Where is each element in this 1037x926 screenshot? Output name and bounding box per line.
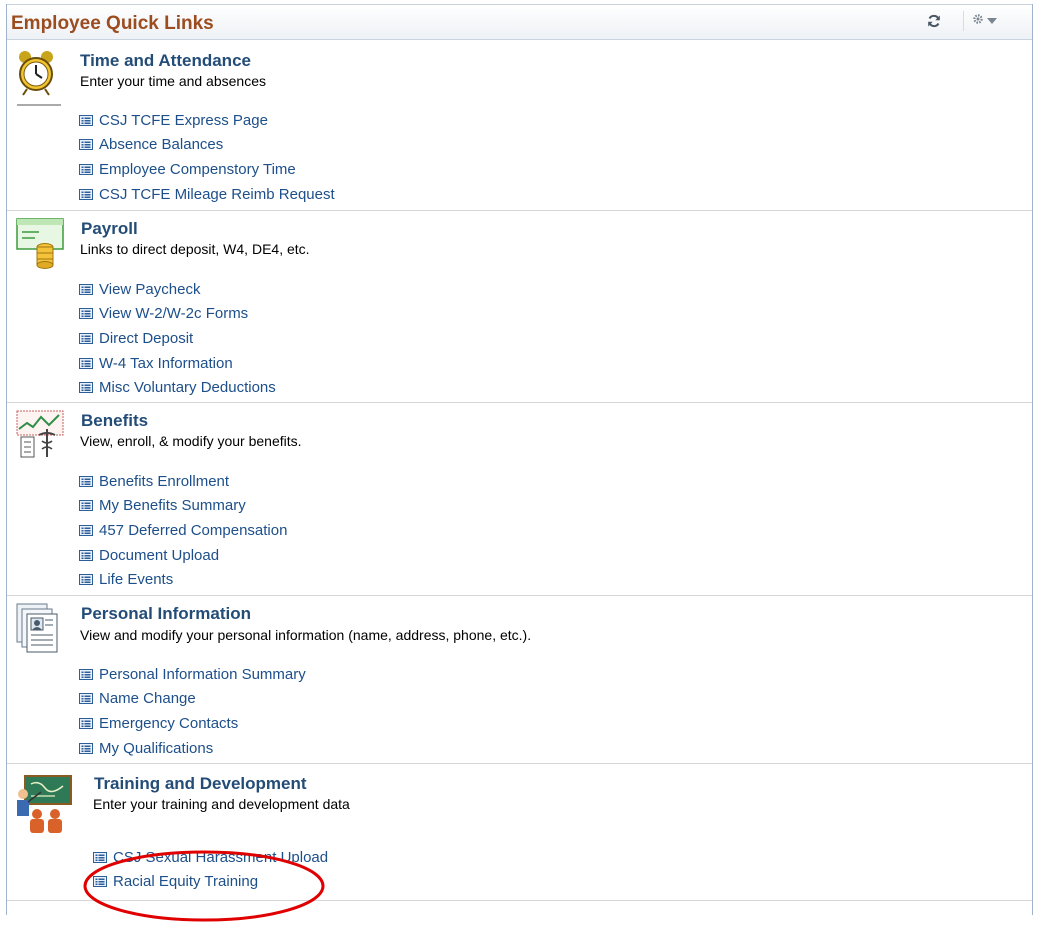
page-link-icon (79, 717, 93, 729)
link-label[interactable]: Racial Equity Training (113, 873, 258, 890)
link-label[interactable]: Absence Balances (99, 136, 223, 153)
section-title[interactable]: Benefits (81, 411, 148, 431)
page-link-icon (79, 382, 93, 394)
benefits-caduceus-icon (15, 409, 67, 464)
refresh-icon[interactable] (925, 12, 943, 30)
link-life-events[interactable]: Life Events (79, 567, 287, 592)
section-description: Enter your training and development data (93, 796, 350, 812)
page-link-icon (79, 139, 93, 151)
gear-icon (972, 12, 984, 30)
link-label[interactable]: Benefits Enrollment (99, 473, 229, 490)
link-label[interactable]: Personal Information Summary (99, 666, 306, 683)
page-link-icon (79, 114, 93, 126)
section-description: View, enroll, & modify your benefits. (80, 433, 302, 449)
page-link-icon (79, 574, 93, 586)
link-label[interactable]: Document Upload (99, 547, 219, 564)
section-payroll: Payroll Links to direct deposit, W4, DE4… (7, 211, 1032, 403)
link-document-upload[interactable]: Document Upload (79, 543, 287, 568)
link-label[interactable]: My Qualifications (99, 740, 213, 757)
section-personal-information: Personal Information View and modify you… (7, 596, 1032, 764)
link-label[interactable]: Employee Compenstory Time (99, 161, 296, 178)
link-csj-tcfe-express-page[interactable]: CSJ TCFE Express Page (79, 108, 335, 133)
link-list: CSJ TCFE Express Page Absence Balances E… (79, 108, 335, 206)
link-list: Personal Information Summary Name Change… (79, 662, 306, 760)
page-link-icon (79, 332, 93, 344)
link-emergency-contacts[interactable]: Emergency Contacts (79, 711, 306, 736)
link-list: Benefits Enrollment My Benefits Summary … (79, 469, 287, 592)
page-link-icon (79, 549, 93, 561)
link-label[interactable]: My Benefits Summary (99, 497, 246, 514)
page-link-icon (79, 524, 93, 536)
link-label[interactable]: Direct Deposit (99, 330, 193, 347)
section-training-and-development: Training and Development Enter your trai… (7, 764, 1032, 901)
chevron-down-icon (986, 12, 997, 30)
link-misc-voluntary-deductions[interactable]: Misc Voluntary Deductions (79, 375, 276, 400)
page-link-icon (93, 876, 107, 888)
link-label[interactable]: Emergency Contacts (99, 715, 238, 732)
employee-quick-links-pagelet: Employee Quick Links Time and Attendance… (6, 4, 1033, 915)
section-description: Links to direct deposit, W4, DE4, etc. (80, 241, 310, 257)
link-label[interactable]: W-4 Tax Information (99, 355, 233, 372)
page-link-icon (79, 308, 93, 320)
link-label[interactable]: View Paycheck (99, 281, 200, 298)
link-view-w2-forms[interactable]: View W-2/W-2c Forms (79, 302, 276, 327)
pagelet-header: Employee Quick Links (7, 4, 1032, 40)
page-link-icon (79, 188, 93, 200)
section-description: Enter your time and absences (80, 73, 266, 89)
training-presentation-icon (15, 774, 75, 839)
link-label[interactable]: CSJ TCFE Express Page (99, 112, 268, 129)
section-title[interactable]: Payroll (81, 219, 138, 239)
page-link-icon (79, 742, 93, 754)
page-link-icon (79, 163, 93, 175)
link-label[interactable]: Life Events (99, 571, 173, 588)
section-title[interactable]: Time and Attendance (80, 51, 251, 71)
alarm-clock-icon (15, 49, 65, 112)
settings-menu-button[interactable] (963, 11, 1004, 31)
link-direct-deposit[interactable]: Direct Deposit (79, 326, 276, 351)
link-view-paycheck[interactable]: View Paycheck (79, 277, 276, 302)
link-benefits-enrollment[interactable]: Benefits Enrollment (79, 469, 287, 494)
link-csj-sexual-harassment-upload[interactable]: CSJ Sexual Harassment Upload (93, 845, 328, 870)
page-link-icon (79, 283, 93, 295)
section-title[interactable]: Personal Information (81, 604, 251, 624)
link-name-change[interactable]: Name Change (79, 687, 306, 712)
link-list: CSJ Sexual Harassment Upload Racial Equi… (93, 845, 328, 894)
link-label[interactable]: 457 Deferred Compensation (99, 522, 287, 539)
link-457-deferred-compensation[interactable]: 457 Deferred Compensation (79, 518, 287, 543)
page-link-icon (79, 475, 93, 487)
link-csj-tcfe-mileage-reimb-request[interactable]: CSJ TCFE Mileage Reimb Request (79, 182, 335, 207)
link-racial-equity-training[interactable]: Racial Equity Training (93, 870, 328, 895)
link-my-qualifications[interactable]: My Qualifications (79, 736, 306, 761)
link-label[interactable]: CSJ Sexual Harassment Upload (113, 849, 328, 866)
page-link-icon (79, 500, 93, 512)
paycheck-coins-icon (15, 217, 67, 274)
link-w4-tax-information[interactable]: W-4 Tax Information (79, 351, 276, 376)
page-link-icon (79, 693, 93, 705)
page-link-icon (93, 851, 107, 863)
link-label[interactable]: Name Change (99, 690, 196, 707)
link-absence-balances[interactable]: Absence Balances (79, 133, 335, 158)
link-label[interactable]: CSJ TCFE Mileage Reimb Request (99, 186, 335, 203)
section-time-and-attendance: Time and Attendance Enter your time and … (7, 41, 1032, 211)
section-title[interactable]: Training and Development (94, 774, 307, 794)
personal-record-icon (15, 602, 61, 659)
pagelet-title: Employee Quick Links (11, 13, 214, 34)
link-personal-information-summary[interactable]: Personal Information Summary (79, 662, 306, 687)
link-list: View Paycheck View W-2/W-2c Forms Direct… (79, 277, 276, 400)
section-benefits: Benefits View, enroll, & modify your ben… (7, 403, 1032, 596)
link-label[interactable]: View W-2/W-2c Forms (99, 305, 248, 322)
page-link-icon (79, 357, 93, 369)
page-link-icon (79, 668, 93, 680)
section-description: View and modify your personal informatio… (80, 627, 532, 643)
link-employee-compenstory-time[interactable]: Employee Compenstory Time (79, 157, 335, 182)
link-label[interactable]: Misc Voluntary Deductions (99, 379, 276, 396)
link-my-benefits-summary[interactable]: My Benefits Summary (79, 494, 287, 519)
